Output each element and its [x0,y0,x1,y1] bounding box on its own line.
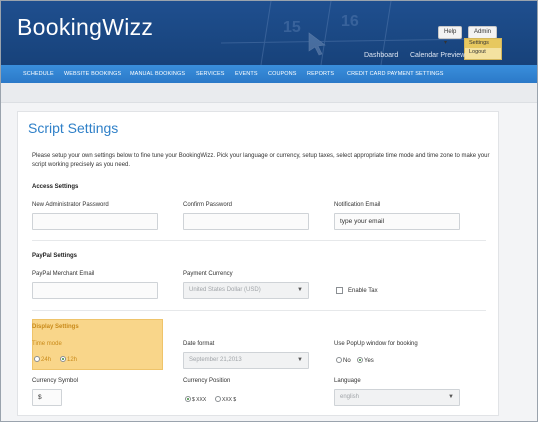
radio-on-icon [60,356,66,362]
enable-tax-label: Enable Tax [348,288,378,294]
nav-item-events[interactable]: EVENTS [235,71,258,77]
time-mode-24h-radio[interactable]: 24h [34,356,51,363]
divider [32,310,486,311]
date-format-value: September 21,2013 [189,357,242,363]
chevron-down-icon: ▼ [297,357,303,363]
dashboard-link[interactable]: Dashboard [364,52,398,59]
help-button[interactable]: Help ▾ [438,26,462,46]
menu-item-settings[interactable]: Settings [465,39,501,48]
popup-no-label: No [343,358,351,364]
radio-off-icon [336,357,342,363]
currency-symbol-label: Currency Symbol [32,378,79,384]
date-format-select[interactable]: September 21,2013 ▼ [183,352,309,369]
section-heading-display: Display Settings [32,324,79,330]
currency-symbol-input[interactable]: $ [32,389,62,406]
time-mode-label: Time mode [32,341,62,347]
currency-position-prefix-radio[interactable]: $ XXX [185,396,206,403]
merchant-email-label: PayPal Merchant Email [32,271,95,277]
currency-position-label: Currency Position [183,378,231,384]
language-label: Language [334,378,361,384]
nav-item-website-bookings[interactable]: WEBSITE BOOKINGS [64,71,121,77]
merchant-email-input[interactable] [32,282,158,299]
popup-yes-radio[interactable]: Yes [357,357,374,364]
nav-item-schedule[interactable]: SCHEDULE [23,71,54,77]
admin-label: Admin [474,29,492,35]
nav-item-services[interactable]: SERVICES [196,71,225,77]
nav-item-credit-card-payment-settings[interactable]: CREDIT CARD PAYMENT SETTINGS [347,71,444,77]
payment-currency-select[interactable]: United States Dollar (USD) ▼ [183,282,309,299]
popup-no-radio[interactable]: No [336,357,351,364]
confirm-password-label: Confirm Password [183,202,233,208]
calendar-preview-link[interactable]: Calendar Preview [410,52,465,59]
radio-off-icon [34,356,40,362]
nav-item-manual-bookings[interactable]: MANUAL BOOKINGS [130,71,185,77]
currency-position-suffix-radio[interactable]: XXX $ [215,396,236,403]
nav-item-reports[interactable]: REPORTS [307,71,334,77]
chevron-down-icon: ▾ [444,40,448,46]
time-mode-12h-label: 12h [67,357,78,363]
page-title: Script Settings [28,120,119,136]
chevron-down-icon: ▼ [448,394,454,400]
help-label: Help [444,29,457,35]
new-password-label: New Administrator Password [32,202,109,208]
divider [32,240,486,241]
popup-yes-label: Yes [364,358,374,364]
date-format-label: Date format [183,341,215,347]
payment-currency-value: United States Dollar (USD) [189,287,261,293]
radio-on-icon [357,357,363,363]
language-select[interactable]: english ▼ [334,389,460,406]
language-value: english [340,394,360,400]
chevron-down-icon: ▼ [297,287,303,293]
new-password-input[interactable] [32,213,158,230]
page-intro: Please setup your own settings below to … [32,153,490,168]
section-heading-paypal: PayPal Settings [32,253,78,259]
radio-off-icon [215,396,221,402]
header: 15 16 BookingWizz Help ▾ Admin ▾ Setting… [1,1,537,65]
currency-position-prefix-label: $ XXX [192,397,207,403]
time-mode-12h-radio[interactable]: 12h [60,356,77,363]
sub-toolbar [1,83,537,103]
settings-panel: Script Settings Please setup your own se… [17,111,499,416]
radio-on-icon [185,396,191,402]
notification-email-input[interactable]: type your email [334,213,460,230]
app-logo[interactable]: BookingWizz [17,14,153,41]
nav-item-coupons[interactable]: COUPONS [268,71,297,77]
enable-tax-checkbox[interactable] [336,287,343,294]
app-window: 15 16 BookingWizz Help ▾ Admin ▾ Setting… [0,0,538,422]
time-mode-24h-label: 24h [41,357,52,363]
admin-dropdown-menu: Settings Logout [464,38,502,60]
menu-item-logout[interactable]: Logout [465,48,501,57]
notification-email-label: Notification Email [334,202,381,208]
popup-label: Use PopUp window for booking [334,341,418,347]
section-heading-access: Access Settings [32,184,79,190]
confirm-password-input[interactable] [183,213,309,230]
main-nav: SCHEDULE WEBSITE BOOKINGS MANUAL BOOKING… [1,65,537,83]
currency-position-suffix-label: XXX $ [222,397,237,403]
payment-currency-label: Payment Currency [183,271,233,277]
